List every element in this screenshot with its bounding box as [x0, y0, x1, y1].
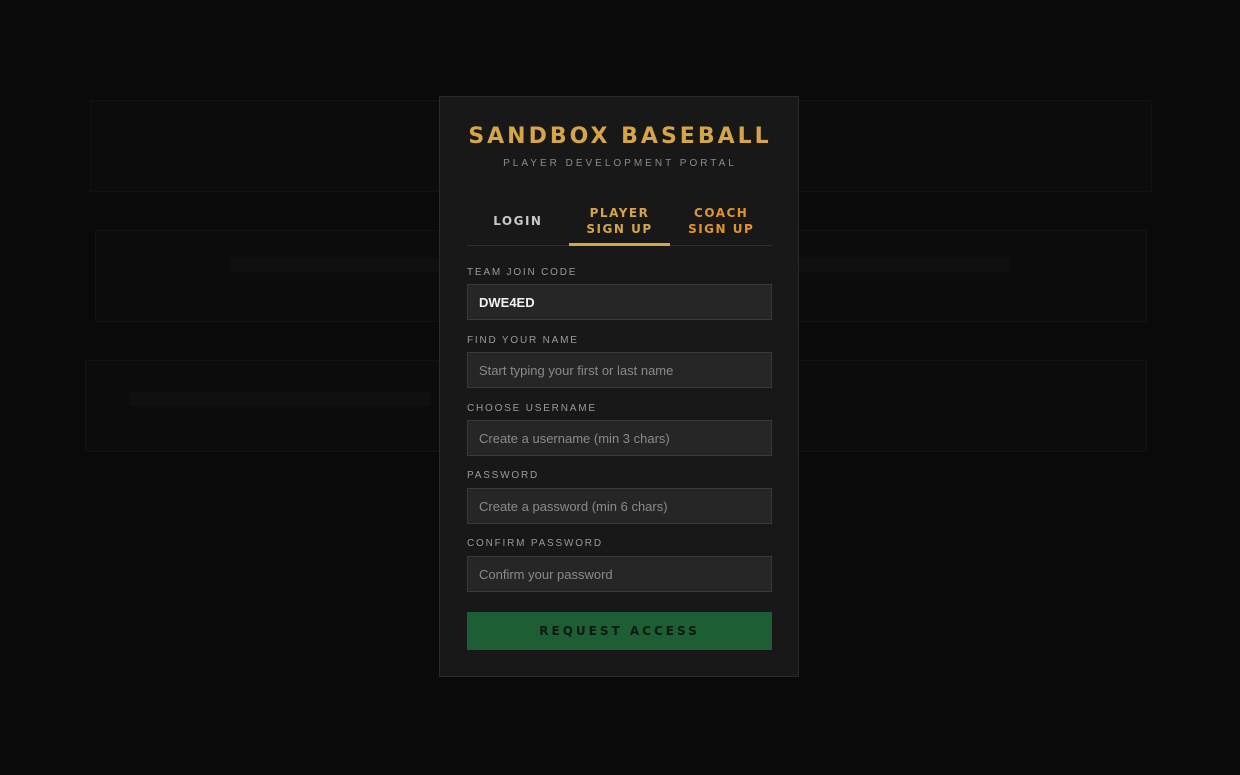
password-input[interactable] — [467, 488, 772, 524]
find-your-name-input[interactable] — [467, 352, 772, 388]
team-join-code-input[interactable] — [467, 284, 772, 320]
auth-tabs: LOGIN PLAYER SIGN UP COACH SIGN UP — [467, 196, 772, 246]
confirm-password-input[interactable] — [467, 556, 772, 592]
password-label: PASSWORD — [467, 470, 539, 481]
confirm-password-label: CONFIRM PASSWORD — [467, 538, 603, 549]
brand-subtitle: PLAYER DEVELOPMENT PORTAL — [503, 158, 737, 169]
brand-title: SANDBOX BASEBALL — [468, 124, 772, 149]
team-join-code-label: TEAM JOIN CODE — [467, 267, 578, 278]
request-access-button[interactable]: REQUEST ACCESS — [467, 612, 772, 650]
tab-login[interactable]: LOGIN — [467, 196, 569, 245]
find-your-name-label: FIND YOUR NAME — [467, 335, 579, 346]
tab-player-sign-up[interactable]: PLAYER SIGN UP — [568, 196, 671, 246]
tab-coach-sign-up[interactable]: COACH SIGN UP — [670, 196, 772, 245]
background-text — [130, 392, 430, 406]
username-input[interactable] — [467, 420, 772, 456]
choose-username-label: CHOOSE USERNAME — [467, 403, 597, 414]
